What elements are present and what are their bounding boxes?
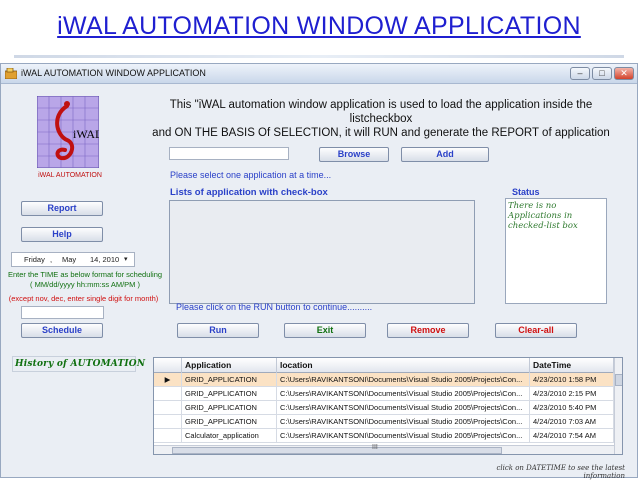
column-header-application[interactable]: Application bbox=[182, 358, 277, 373]
cell-location: C:\Users\RAVIKANTSONI\Documents\Visual S… bbox=[277, 387, 530, 401]
browse-button[interactable]: Browse bbox=[319, 147, 389, 162]
cell-application: GRID_APPLICATION bbox=[182, 401, 277, 415]
run-button[interactable]: Run bbox=[177, 323, 259, 338]
grid-header: Application location DateTime bbox=[154, 358, 622, 373]
window-titlebar[interactable]: iWAL AUTOMATION WINDOW APPLICATION – □ ✕ bbox=[1, 64, 637, 84]
table-row[interactable]: GRID_APPLICATION C:\Users\RAVIKANTSONI\Do… bbox=[154, 387, 614, 401]
app-icon bbox=[5, 68, 17, 79]
date-date: 14, 2010 bbox=[90, 255, 120, 264]
cell-application: Calculator_application bbox=[182, 429, 277, 443]
cell-datetime[interactable]: 4/24/2010 7:54 AM bbox=[530, 429, 614, 443]
cell-location: C:\Users\RAVIKANTSONI\Documents\Visual S… bbox=[277, 401, 530, 415]
exit-button[interactable]: Exit bbox=[284, 323, 366, 338]
run-hint: Please click on the RUN button to contin… bbox=[176, 302, 373, 312]
cell-application: GRID_APPLICATION bbox=[182, 415, 277, 429]
add-button[interactable]: Add bbox=[401, 147, 489, 162]
date-separator: , bbox=[50, 255, 53, 264]
scroll-grip-icon: III bbox=[372, 444, 378, 451]
app-window: iWAL AUTOMATION WINDOW APPLICATION – □ ✕… bbox=[0, 63, 638, 480]
application-checked-list[interactable] bbox=[169, 200, 475, 304]
date-day: Friday bbox=[24, 255, 45, 264]
schedule-date-picker[interactable]: Friday , May 14, 2010 ▾ bbox=[11, 252, 135, 267]
column-header-location[interactable]: location bbox=[277, 358, 530, 373]
slide-title: iWAL AUTOMATION WINDOW APPLICATION bbox=[57, 12, 581, 40]
clear-all-button[interactable]: Clear-all bbox=[495, 323, 577, 338]
row-selector-icon bbox=[154, 415, 182, 429]
table-row[interactable]: GRID_APPLICATION C:\Users\RAVIKANTSONI\Do… bbox=[154, 415, 614, 429]
status-box: There is no Applications in checked-list… bbox=[505, 198, 607, 304]
cell-datetime[interactable]: 4/24/2010 7:03 AM bbox=[530, 415, 614, 429]
cell-location: C:\Users\RAVIKANTSONI\Documents\Visual S… bbox=[277, 373, 530, 387]
cell-location: C:\Users\RAVIKANTSONI\Documents\Visual S… bbox=[277, 429, 530, 443]
horizontal-scroll-thumb[interactable] bbox=[172, 447, 502, 454]
cell-application: GRID_APPLICATION bbox=[182, 373, 277, 387]
table-row[interactable]: GRID_APPLICATION C:\Users\RAVIKANTSONI\Do… bbox=[154, 401, 614, 415]
iwal-logo: iWAL bbox=[37, 96, 99, 168]
cell-location: C:\Users\RAVIKANTSONI\Documents\Visual S… bbox=[277, 415, 530, 429]
cell-application: GRID_APPLICATION bbox=[182, 387, 277, 401]
cell-datetime[interactable]: 4/23/2010 1:58 PM bbox=[530, 373, 614, 387]
date-month: May bbox=[62, 255, 77, 264]
remove-button[interactable]: Remove bbox=[387, 323, 469, 338]
status-message: There is no Applications in checked-list… bbox=[508, 201, 578, 231]
logo-text: iWAL bbox=[73, 127, 99, 141]
horizontal-scrollbar[interactable]: III bbox=[154, 444, 614, 454]
chevron-down-icon[interactable]: ▾ bbox=[124, 253, 128, 266]
row-selector-icon: ▶ bbox=[154, 373, 182, 387]
cell-datetime[interactable]: 4/23/2010 2:15 PM bbox=[530, 387, 614, 401]
select-hint: Please select one application at a time.… bbox=[170, 170, 332, 180]
history-label: History of AUTOMATION bbox=[15, 359, 146, 369]
vertical-scroll-thumb[interactable] bbox=[615, 374, 622, 386]
close-button[interactable]: ✕ bbox=[614, 67, 634, 80]
description-line-1: This "iWAL automation window application… bbox=[169, 99, 593, 125]
month-note: (except nov, dec, enter single digit for… bbox=[8, 294, 159, 303]
grid-header-selector bbox=[154, 358, 182, 373]
time-instruction: Enter the TIME as below format for sched… bbox=[7, 270, 163, 279]
help-button[interactable]: Help bbox=[21, 227, 103, 242]
time-format: ( MM/dd/yyyy hh:mm:ss AM/PM ) bbox=[29, 280, 140, 289]
title-divider bbox=[14, 55, 624, 58]
row-selector-icon bbox=[154, 429, 182, 443]
status-label: Status bbox=[512, 187, 540, 197]
table-row[interactable]: Calculator_application C:\Users\RAVIKANTS… bbox=[154, 429, 614, 443]
checked-list-heading: Lists of application with check-box bbox=[170, 187, 328, 198]
table-row[interactable]: ▶ GRID_APPLICATION C:\Users\RAVIKANTSONI\D… bbox=[154, 373, 614, 387]
description-line-2: and ON THE BASIS Of SELECTION, it will R… bbox=[152, 127, 610, 139]
minimize-button[interactable]: – bbox=[570, 67, 590, 80]
report-button[interactable]: Report bbox=[21, 201, 103, 216]
column-header-datetime[interactable]: DateTime bbox=[530, 358, 614, 373]
row-selector-icon bbox=[154, 387, 182, 401]
cell-datetime[interactable]: 4/23/2010 5:40 PM bbox=[530, 401, 614, 415]
application-path-input[interactable] bbox=[169, 147, 289, 160]
row-selector-icon bbox=[154, 401, 182, 415]
logo-caption: iWAL AUTOMATION bbox=[38, 172, 102, 179]
maximize-button[interactable]: □ bbox=[592, 67, 612, 80]
vertical-scrollbar[interactable] bbox=[614, 358, 622, 454]
window-title: iWAL AUTOMATION WINDOW APPLICATION bbox=[21, 68, 206, 78]
schedule-time-input[interactable] bbox=[21, 306, 104, 319]
schedule-button[interactable]: Schedule bbox=[21, 323, 103, 338]
app-description: This "iWAL automation window application… bbox=[151, 98, 611, 140]
history-grid[interactable]: Application location DateTime ▶ GRID_APPL… bbox=[153, 357, 623, 455]
